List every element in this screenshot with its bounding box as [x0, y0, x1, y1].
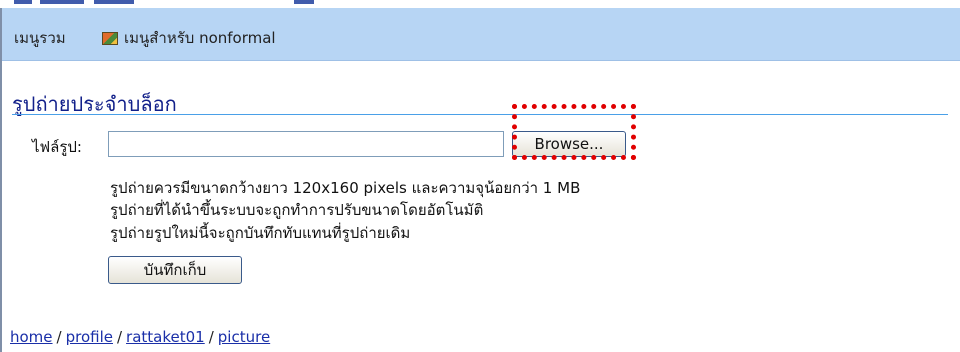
save-button[interactable]: บันทึกเก็บ	[108, 256, 242, 284]
file-path-input[interactable]	[108, 131, 504, 157]
picture-icon	[102, 31, 118, 45]
section-title: รูปถ่ายประจำบล็อก	[12, 92, 177, 116]
menu-item-all[interactable]: เมนูรวม	[14, 26, 66, 50]
breadcrumb-picture[interactable]: picture	[218, 328, 270, 346]
breadcrumb: home / profile / rattaket01/picture	[10, 328, 270, 346]
help-text-resize: รูปถ่ายที่ได้นำขึ้นระบบจะถูกทำการปรับขนา…	[110, 201, 484, 219]
section-divider	[12, 114, 948, 115]
help-text-size: รูปถ่ายควรมีขนาดกว้างยาว 120x160 pixels …	[110, 179, 581, 197]
breadcrumb-separator: /	[116, 328, 123, 346]
menu-item-nonformal[interactable]: เมนูสำหรับ nonformal	[102, 26, 276, 50]
breadcrumb-separator: /	[208, 328, 214, 346]
breadcrumb-profile[interactable]: profile	[66, 328, 113, 346]
page: เมนูรวม เมนูสำหรับ nonformal รูปถ่ายประจ…	[0, 0, 960, 352]
help-text-replace: รูปถ่ายรูปใหม่นี้จะถูกบันทึกทับแทนที่รูป…	[110, 224, 411, 242]
breadcrumb-separator: /	[56, 328, 62, 346]
cropped-header-fragment	[14, 0, 314, 4]
breadcrumb-home[interactable]: home	[10, 328, 53, 346]
breadcrumb-user[interactable]: rattaket01	[126, 328, 205, 346]
menu-bar: เมนูรวม เมนูสำหรับ nonformal	[2, 8, 960, 61]
menu-item-nonformal-label: เมนูสำหรับ nonformal	[124, 29, 276, 47]
top-cropped-strip	[0, 0, 960, 8]
file-label: ไฟล์รูป:	[32, 138, 82, 156]
browse-button[interactable]: Browse...	[512, 131, 626, 157]
